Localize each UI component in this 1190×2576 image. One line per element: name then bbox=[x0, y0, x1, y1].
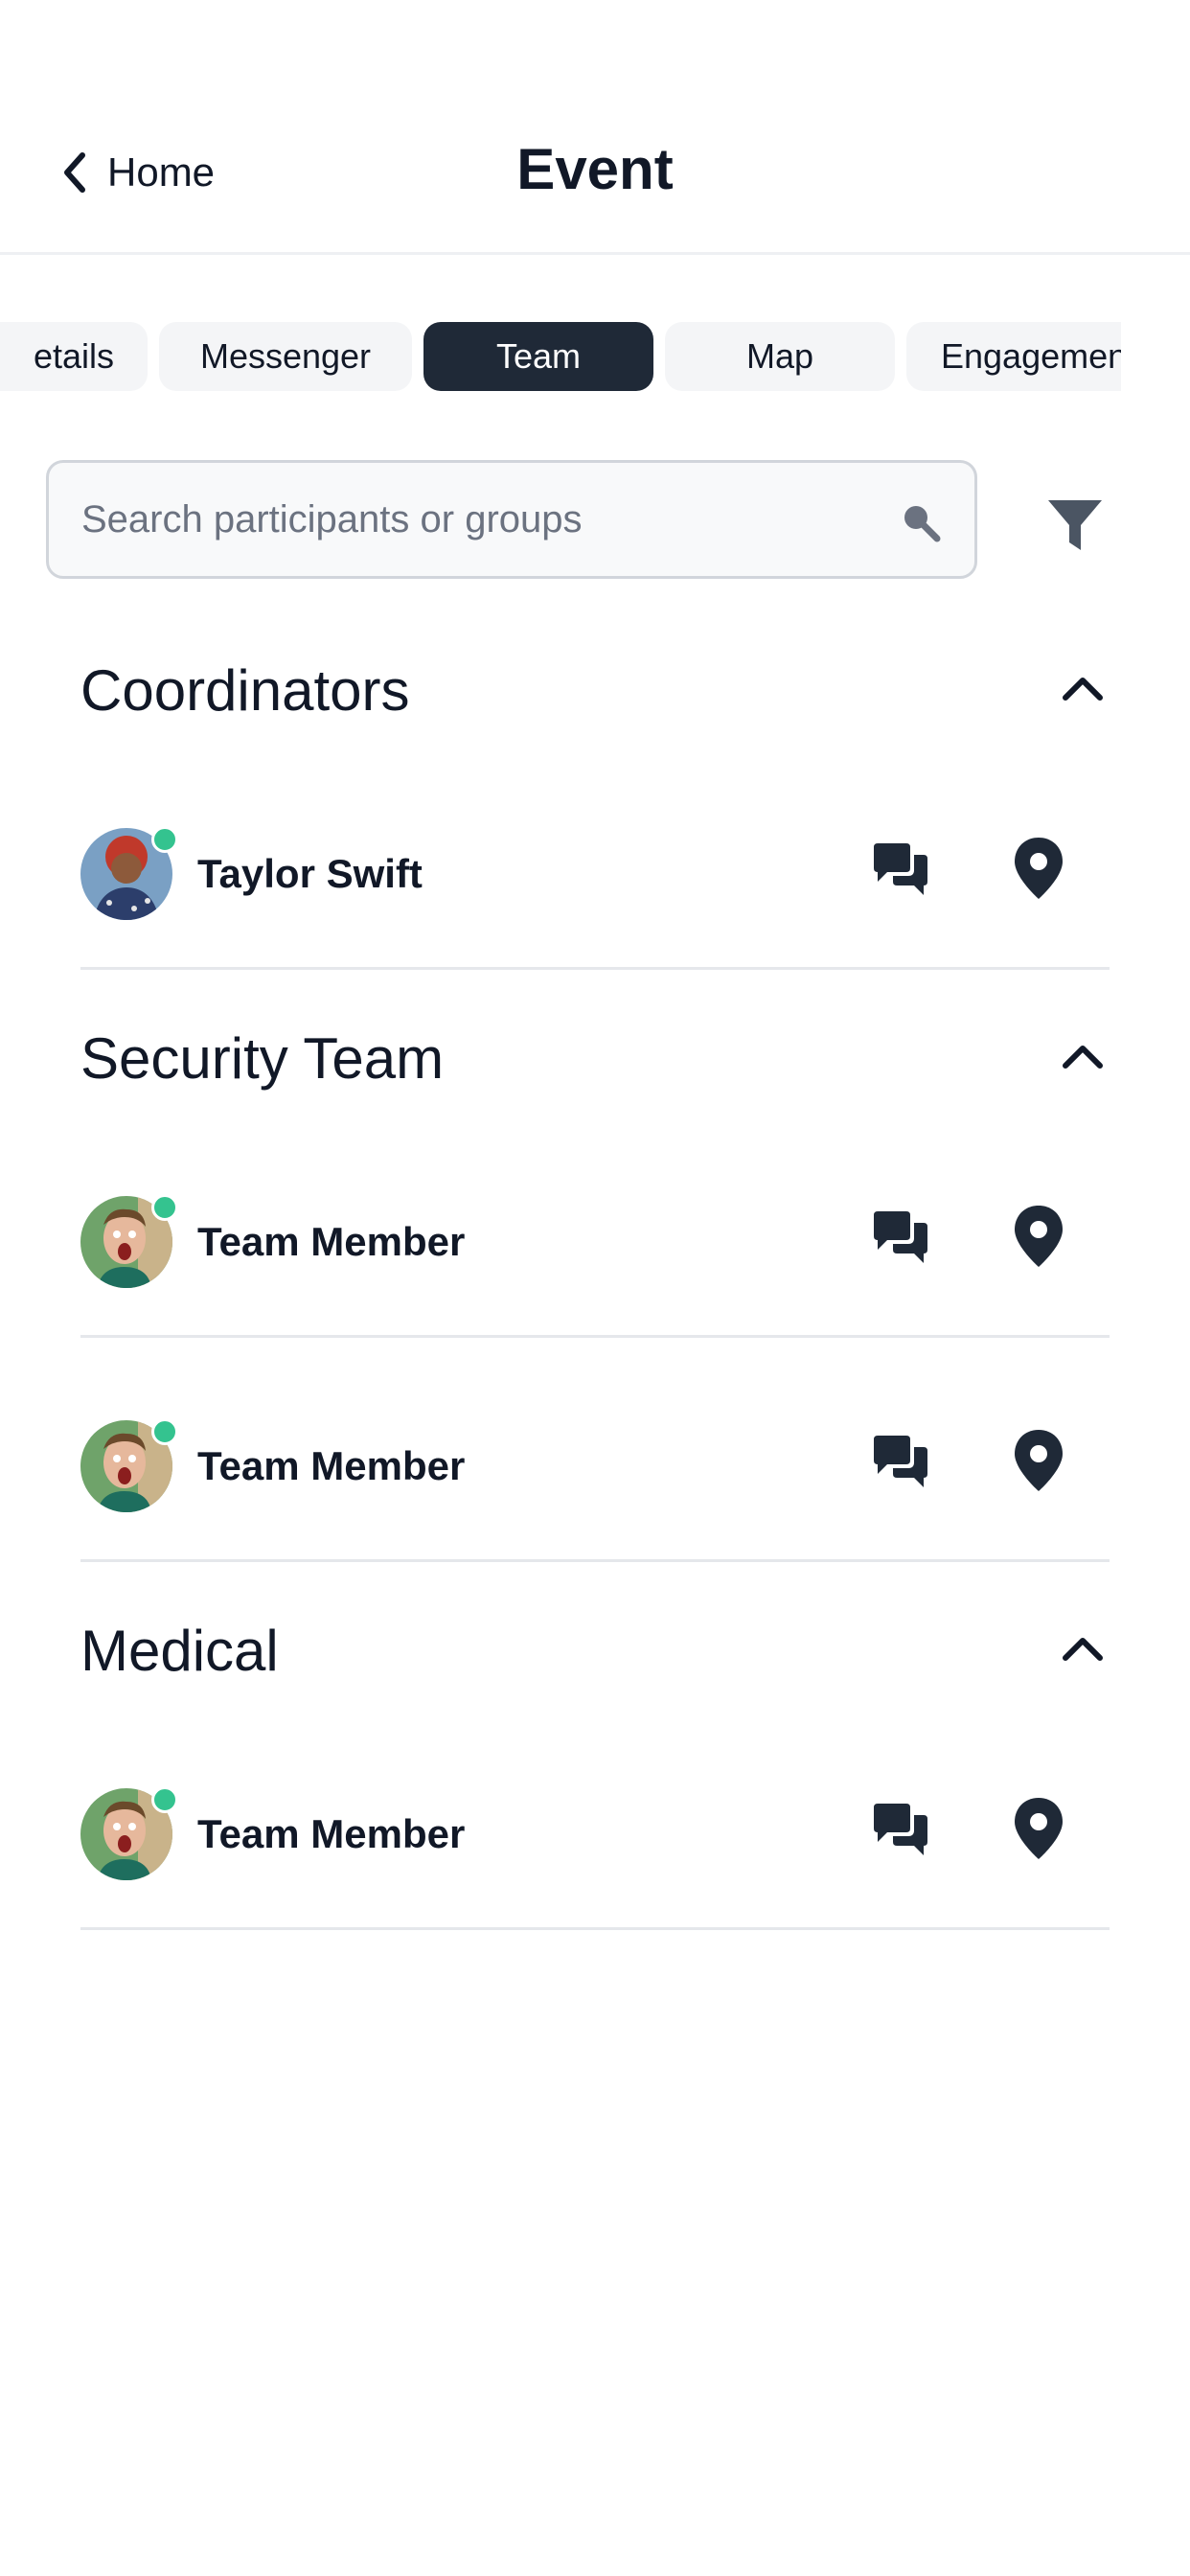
search-box bbox=[46, 460, 977, 579]
tab-details[interactable]: etails bbox=[0, 322, 148, 391]
online-status-dot bbox=[151, 826, 178, 853]
tab-label: Engagement bbox=[941, 336, 1121, 376]
tab-engagement[interactable]: Engagement bbox=[906, 322, 1121, 391]
chevron-up-icon[interactable] bbox=[1056, 1031, 1110, 1085]
map-pin-icon[interactable] bbox=[1012, 836, 1065, 901]
chevron-up-icon[interactable] bbox=[1056, 1623, 1110, 1677]
tab-label: Map bbox=[745, 336, 814, 376]
group-title: Coordinators bbox=[80, 657, 410, 723]
member-name: Team Member bbox=[197, 1811, 466, 1856]
member-name: Team Member bbox=[197, 1219, 466, 1264]
chat-bubbles-icon[interactable] bbox=[870, 1208, 931, 1269]
chat-bubbles-icon[interactable] bbox=[870, 1432, 931, 1493]
member-name: Taylor Swift bbox=[197, 851, 423, 896]
tab-label: etails bbox=[33, 336, 115, 376]
tab-team[interactable]: Team bbox=[423, 322, 653, 391]
online-status-dot bbox=[151, 1786, 178, 1813]
tab-label: Messenger bbox=[199, 336, 372, 376]
tab-messenger[interactable]: Messenger bbox=[159, 322, 412, 391]
page-title: Event bbox=[516, 137, 674, 201]
tab-label: Team bbox=[495, 336, 582, 376]
member-row[interactable]: Team Member bbox=[80, 1116, 1110, 1338]
tab-bar: etails Messenger Team Map Engagement bbox=[0, 322, 1121, 391]
navigation-bar: Home Event bbox=[0, 0, 1190, 255]
group-header-security-team[interactable]: Security Team bbox=[80, 1020, 1110, 1096]
map-pin-icon[interactable] bbox=[1012, 1796, 1065, 1861]
online-status-dot bbox=[151, 1418, 178, 1445]
member-row[interactable]: Taylor Swift bbox=[80, 748, 1110, 970]
member-name: Team Member bbox=[197, 1443, 466, 1488]
group-header-coordinators[interactable]: Coordinators bbox=[80, 652, 1110, 728]
chevron-up-icon[interactable] bbox=[1056, 663, 1110, 717]
member-row[interactable]: Team Member bbox=[80, 1708, 1110, 1930]
group-header-medical[interactable]: Medical bbox=[80, 1612, 1110, 1689]
filter-icon[interactable] bbox=[1044, 494, 1106, 556]
chat-bubbles-icon[interactable] bbox=[870, 1800, 931, 1861]
online-status-dot bbox=[151, 1194, 178, 1221]
member-row[interactable]: Team Member bbox=[80, 1340, 1110, 1562]
chat-bubbles-icon[interactable] bbox=[870, 840, 931, 901]
group-title: Security Team bbox=[80, 1025, 445, 1091]
search-input[interactable] bbox=[81, 463, 867, 576]
map-pin-icon[interactable] bbox=[1012, 1428, 1065, 1493]
search-icon[interactable] bbox=[900, 501, 942, 543]
tab-map[interactable]: Map bbox=[665, 322, 895, 391]
map-pin-icon[interactable] bbox=[1012, 1204, 1065, 1269]
group-title: Medical bbox=[80, 1618, 279, 1683]
